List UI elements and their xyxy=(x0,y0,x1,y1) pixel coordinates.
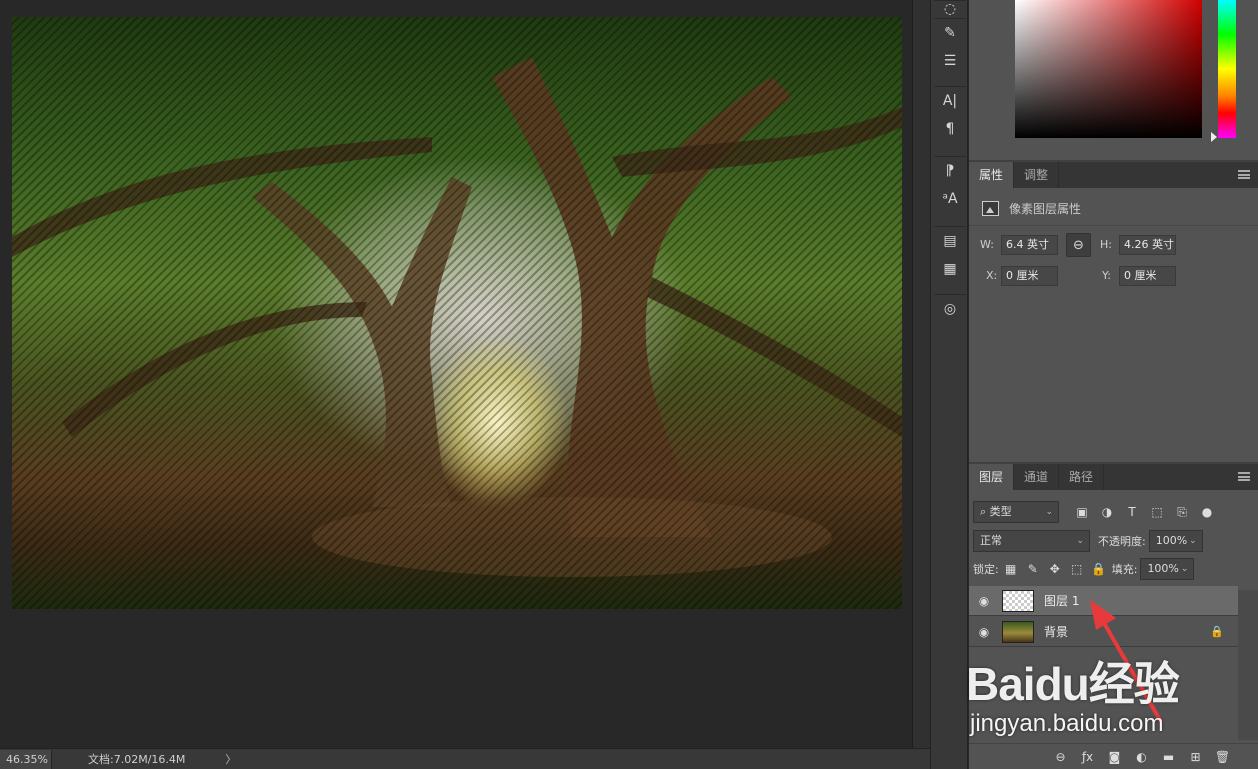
link-dimensions-icon[interactable]: ⊖ xyxy=(1066,233,1091,257)
watermark-brand: Baidu经验 xyxy=(966,658,1180,710)
adjustments-sliders-icon[interactable]: ☰ xyxy=(934,47,966,75)
filter-shape-icon[interactable]: ⬚ xyxy=(1148,503,1166,521)
new-layer-icon[interactable]: ⊞ xyxy=(1182,750,1209,764)
layers-scrollbar[interactable] xyxy=(1238,590,1258,740)
layer-style-fx-icon[interactable]: ƒx xyxy=(1074,750,1101,764)
baidu-watermark: Baidu经验 jingyan.baidu.com xyxy=(966,628,1196,743)
link-layers-icon[interactable]: ⊖ xyxy=(1047,750,1074,764)
canvas-image[interactable] xyxy=(12,17,902,609)
lock-all-icon[interactable]: 🔒 xyxy=(1090,560,1108,578)
lock-transparent-icon[interactable]: ▦ xyxy=(1002,560,1020,578)
fill-value: 100% xyxy=(1147,562,1179,575)
panel-menu-icon[interactable] xyxy=(1238,170,1250,179)
info-icon[interactable]: ▦ xyxy=(934,255,966,283)
brush-settings-icon[interactable]: ✎ xyxy=(934,19,966,47)
filter-adjustment-icon[interactable]: ◑ xyxy=(1098,503,1116,521)
document-info: 文档:7.02M/16.4M xyxy=(88,753,186,766)
lock-position-move-icon[interactable]: ✥ xyxy=(1046,560,1064,578)
add-mask-icon[interactable]: ◙ xyxy=(1101,750,1128,764)
chevron-down-icon: ⌄ xyxy=(1045,507,1053,517)
properties-header: 像素图层属性 xyxy=(969,192,1258,226)
canvas-vertical-scrollbar[interactable] xyxy=(912,0,930,748)
delete-layer-trash-icon[interactable]: 🗑 xyxy=(1209,750,1236,764)
status-menu-arrow[interactable]: 〉 xyxy=(225,751,236,767)
chevron-down-icon: ⌄ xyxy=(1076,536,1084,546)
document-canvas-area[interactable] xyxy=(0,0,912,748)
opacity-label: 不透明度: xyxy=(1098,535,1146,548)
layer-lock-icon: 🔒 xyxy=(1210,625,1224,638)
lock-label: 锁定: xyxy=(973,563,999,576)
hue-slider[interactable] xyxy=(1218,0,1236,138)
lock-artboard-icon[interactable]: ⬚ xyxy=(1068,560,1086,578)
color-saturation-field[interactable] xyxy=(1015,0,1202,138)
chevron-down-icon: ⌄ xyxy=(1180,564,1189,574)
tab-properties[interactable]: 属性 xyxy=(969,162,1015,188)
x-label: X: xyxy=(986,269,998,282)
chevron-down-icon: ⌄ xyxy=(1189,536,1197,546)
lock-image-brush-icon[interactable]: ✎ xyxy=(1024,560,1042,578)
opacity-field[interactable]: 100% ⌄ xyxy=(1148,530,1203,552)
tab-layers[interactable]: 图层 xyxy=(969,464,1015,490)
tab-adjustments[interactable]: 调整 xyxy=(1014,162,1060,188)
history-icon[interactable]: ◌ xyxy=(934,1,966,17)
paragraph-icon[interactable]: ¶ xyxy=(934,115,966,143)
layer-filter-select[interactable]: ⌕ 类型 ⌄ xyxy=(973,501,1059,523)
tab-paths[interactable]: 路径 xyxy=(1059,464,1105,490)
layers-footer-toolbar: ⊖ ƒx ◙ ◐ ▬ ⊞ 🗑 xyxy=(969,743,1258,769)
3d-icon[interactable]: ◎ xyxy=(934,295,966,323)
new-adjustment-layer-icon[interactable]: ◐ xyxy=(1128,750,1155,764)
new-group-folder-icon[interactable]: ▬ xyxy=(1155,750,1182,764)
width-field[interactable]: 6.4 英寸 xyxy=(1001,235,1058,255)
zoom-level-field[interactable]: 46.35% xyxy=(0,749,52,769)
opacity-value: 100% xyxy=(1155,534,1188,547)
tab-channels[interactable]: 通道 xyxy=(1014,464,1060,490)
height-field[interactable]: 4.26 英寸 xyxy=(1119,235,1176,255)
color-picker-panel xyxy=(969,0,1258,160)
y-field[interactable]: 0 厘米 xyxy=(1119,266,1176,286)
blend-mode-value: 正常 xyxy=(980,534,1002,547)
hue-marker-icon[interactable] xyxy=(1211,132,1217,142)
visibility-eye-icon[interactable]: ◉ xyxy=(969,594,999,608)
blend-mode-select[interactable]: 正常 ⌄ xyxy=(973,530,1090,552)
fill-field[interactable]: 100% ⌄ xyxy=(1140,558,1195,580)
paragraph-style-icon[interactable]: ⁋ xyxy=(934,157,966,185)
layer-filter-label: 类型 xyxy=(989,505,1012,518)
filter-pixel-icon[interactable]: ▣ xyxy=(1073,503,1091,521)
filter-type-icon[interactable]: T xyxy=(1123,503,1141,521)
fill-label: 填充: xyxy=(1111,563,1138,576)
filter-toggle-icon[interactable]: ● xyxy=(1198,503,1216,521)
notes-icon[interactable]: ▤ xyxy=(934,227,966,255)
layer-thumbnail[interactable] xyxy=(1002,589,1034,612)
selection-marching-ants xyxy=(12,17,902,609)
x-field[interactable]: 0 厘米 xyxy=(1001,266,1058,286)
character-style-icon[interactable]: ᵃA xyxy=(934,185,966,213)
status-bar: 46.35% 文档:7.02M/16.4M 〉 xyxy=(0,748,930,769)
filter-smart-object-icon[interactable]: ⎘ xyxy=(1173,503,1191,521)
character-icon[interactable]: A| xyxy=(934,87,966,115)
layer-name[interactable]: 图层 1 xyxy=(1044,592,1079,609)
panel-menu-icon[interactable] xyxy=(1238,472,1250,481)
pixel-layer-icon xyxy=(982,201,999,216)
height-label: H: xyxy=(1100,238,1112,251)
panel-tool-strip: ◌ ✎ ☰ A| ¶ ⁋ ᵃA ▤ ▦ ◎ xyxy=(930,0,968,769)
y-label: Y: xyxy=(1102,269,1111,282)
properties-title: 像素图层属性 xyxy=(1009,202,1082,216)
watermark-domain: jingyan.baidu.com xyxy=(970,710,1164,737)
properties-panel: 属性 调整 像素图层属性 W: 6.4 英寸 ⊖ H: 4.26 英寸 X: 0… xyxy=(969,162,1258,462)
width-label: W: xyxy=(980,238,994,251)
